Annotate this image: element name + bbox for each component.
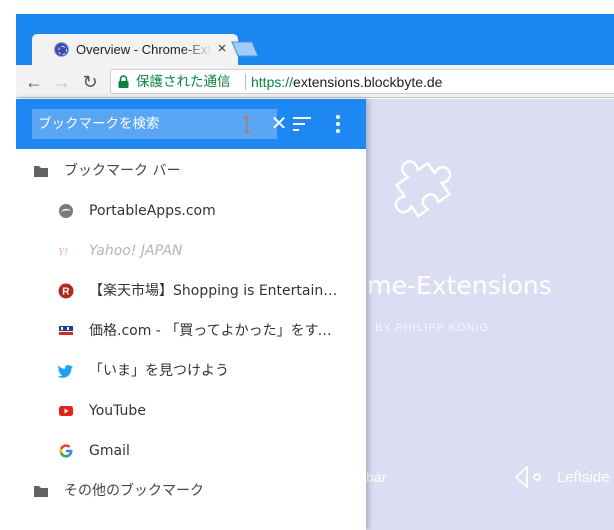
clear-search-icon[interactable]: ✕ — [269, 114, 289, 134]
rakuten-icon: R — [58, 283, 74, 299]
svg-text:R: R — [62, 287, 70, 298]
folder-other-bookmarks[interactable]: その他のブックマーク — [16, 471, 366, 511]
bookmark-label: PortableApps.com — [89, 203, 216, 219]
youtube-icon — [59, 406, 73, 416]
bookmark-yahoo-japan[interactable]: Y! Yahoo! JAPAN — [16, 231, 366, 271]
search-box[interactable]: ✕ — [32, 109, 287, 139]
bookmark-label: 価格.com - 「買ってよかった」をすべてのひとに。 — [89, 323, 339, 339]
leftside-arrow-icon[interactable] — [513, 465, 547, 489]
browser-toolbar: ← → ↻ 保護された通信 https://extensions.blockby… — [16, 65, 614, 98]
address-bar[interactable]: 保護された通信 https://extensions.blockbyte.de — [110, 69, 614, 94]
folder-icon — [34, 486, 48, 497]
lock-icon — [118, 75, 129, 88]
sort-icon[interactable] — [291, 114, 313, 134]
bookmark-label: 「いま」を見つけよう — [89, 363, 229, 379]
reload-button[interactable]: ↻ — [79, 71, 101, 93]
folder-label: ブックマーク バー — [64, 163, 181, 179]
bookmark-gmail[interactable]: Gmail — [16, 431, 366, 471]
page-byline: BY PHILIPP KÖNIG — [375, 322, 490, 334]
tab-title-fade — [182, 39, 212, 61]
bookmark-kakaku[interactable]: 価格.com - 「買ってよかった」をすべてのひとに。 — [16, 311, 366, 351]
back-button[interactable]: ← — [23, 71, 45, 93]
leftside-option-label[interactable]: Leftside — [557, 469, 610, 486]
bookmark-label: 【楽天市場】Shopping is Entertainment! — [89, 283, 339, 299]
more-options-icon[interactable] — [330, 113, 346, 135]
url-host: extensions.blockbyte.de — [293, 74, 443, 90]
tab-overview[interactable]: Overview - Chrome-Extensions × — [32, 34, 238, 65]
url-scheme: https:// — [251, 74, 294, 90]
sidebar-option-label[interactable]: bar — [366, 469, 386, 485]
svg-text:Y!: Y! — [58, 246, 68, 258]
title-bar: Overview - Chrome-Extensions × — [16, 14, 614, 65]
browser-window: Overview - Chrome-Extensions × ← → ↻ 保護さ… — [16, 14, 614, 530]
search-input[interactable] — [38, 113, 228, 135]
folder-icon — [34, 166, 48, 177]
folder-bookmark-bar[interactable]: ブックマーク バー — [16, 151, 366, 191]
secure-connection-label[interactable]: 保護された通信 — [136, 74, 231, 90]
bookmark-rakuten[interactable]: R 【楽天市場】Shopping is Entertainment! — [16, 271, 366, 311]
bookmark-sidebar: ✕ ブックマーク バー — [16, 99, 366, 530]
portableapps-icon — [59, 204, 73, 218]
desktop: Overview - Chrome-Extensions × ← → ↻ 保護さ… — [0, 0, 614, 530]
bookmark-label: YouTube — [89, 403, 146, 419]
bookmark-label: Yahoo! JAPAN — [89, 243, 183, 259]
folder-label: その他のブックマーク — [64, 483, 204, 499]
sidebar-header: ✕ — [16, 99, 366, 149]
extension-favicon-icon — [54, 42, 69, 57]
page-title: ome-Extensions — [352, 271, 552, 300]
kakaku-icon — [59, 326, 73, 335]
yahoo-icon: Y! — [58, 246, 68, 258]
bookmark-twitter[interactable]: 「いま」を見つけよう — [16, 351, 366, 391]
new-tab-button[interactable] — [228, 41, 260, 57]
bookmark-label: Gmail — [89, 443, 130, 459]
omnibox-divider — [245, 74, 246, 90]
bookmark-youtube[interactable]: YouTube — [16, 391, 366, 431]
google-icon — [59, 444, 73, 458]
forward-button[interactable]: → — [51, 71, 73, 93]
text-cursor-icon — [244, 116, 250, 133]
bookmark-portableapps[interactable]: PortableApps.com — [16, 191, 366, 231]
puzzle-piece-icon — [394, 160, 452, 218]
twitter-icon — [58, 365, 73, 378]
url-text[interactable]: https://extensions.blockbyte.de — [251, 74, 442, 90]
